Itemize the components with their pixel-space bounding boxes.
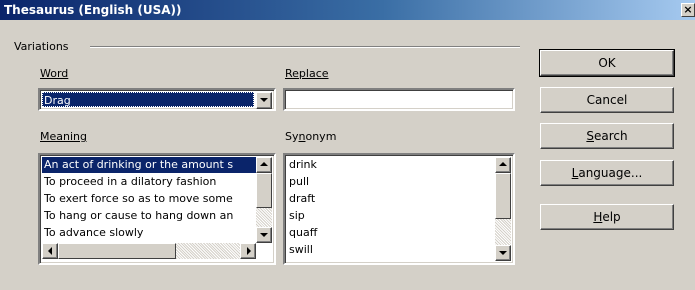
thesaurus-dialog: Variations Word Drag Replace Meaning An … [0, 20, 695, 290]
synonym-scroll-up-button[interactable] [495, 157, 511, 173]
synonym-label-mnemonic: n [298, 130, 306, 143]
close-icon[interactable]: × [681, 3, 695, 17]
synonym-listbox[interactable]: drink pull draft sip quaff swill [283, 153, 515, 265]
meaning-item[interactable]: To proceed in a dilatory fashion [42, 174, 256, 190]
synonym-item[interactable]: quaff [287, 225, 497, 241]
meaning-item[interactable]: To advance slowly [42, 225, 256, 239]
arrow-up-icon [499, 162, 507, 166]
meaning-label-text: Meaning [40, 130, 87, 143]
replace-input[interactable] [283, 88, 515, 111]
arrow-down-icon [260, 233, 268, 237]
help-button[interactable]: Help [540, 204, 674, 230]
synonym-label: Synonym [285, 130, 337, 143]
synonym-item[interactable]: sip [287, 208, 497, 224]
arrow-down-icon [499, 251, 507, 255]
word-label: Word [40, 67, 68, 80]
title-bar[interactable]: Thesaurus (English (USA)) × [0, 0, 695, 20]
meaning-vscroll-thumb[interactable] [256, 173, 272, 208]
search-button-mnemonic: S [586, 129, 594, 143]
synonym-item[interactable]: drink [287, 157, 497, 173]
word-label-text: Word [40, 67, 69, 80]
meaning-scroll-up-button[interactable] [256, 157, 272, 173]
ok-button[interactable]: OK [539, 49, 675, 77]
language-button[interactable]: Language... [540, 160, 674, 186]
synonym-item[interactable]: draft [287, 191, 497, 207]
synonym-item[interactable]: pull [287, 174, 497, 190]
arrow-right-icon [247, 247, 251, 255]
variations-group-label: Variations [14, 40, 69, 53]
group-divider [90, 46, 520, 48]
word-selected-value: Drag [42, 92, 254, 107]
word-combobox[interactable]: Drag [38, 88, 276, 111]
language-button-mnemonic: L [571, 166, 579, 180]
meaning-scroll-left-button[interactable] [42, 243, 58, 259]
cancel-button[interactable]: Cancel [540, 87, 674, 113]
meaning-item[interactable]: An act of drinking or the amount s [42, 157, 256, 173]
meaning-label: Meaning [40, 130, 87, 143]
help-button-mnemonic: H [593, 210, 603, 224]
meaning-listbox[interactable]: An act of drinking or the amount s To pr… [38, 153, 276, 265]
replace-label-text: Replace [285, 67, 329, 80]
window-title: Thesaurus (English (USA)) [4, 3, 182, 17]
synonym-scroll-down-button[interactable] [495, 245, 511, 261]
synonym-item[interactable]: swill [287, 242, 497, 259]
meaning-item[interactable]: To exert force so as to move some [42, 191, 256, 207]
chevron-down-icon [260, 98, 268, 102]
meaning-scroll-down-button[interactable] [256, 227, 272, 243]
search-button[interactable]: Search [540, 123, 674, 149]
word-dropdown-button[interactable] [256, 92, 272, 109]
meaning-hscroll-thumb[interactable] [58, 243, 176, 259]
arrow-up-icon [260, 162, 268, 166]
meaning-scroll-right-button[interactable] [240, 243, 256, 259]
replace-label: Replace [285, 67, 329, 80]
arrow-left-icon [48, 247, 52, 255]
synonym-vscroll-thumb[interactable] [495, 173, 511, 219]
meaning-item[interactable]: To hang or cause to hang down an [42, 208, 256, 224]
